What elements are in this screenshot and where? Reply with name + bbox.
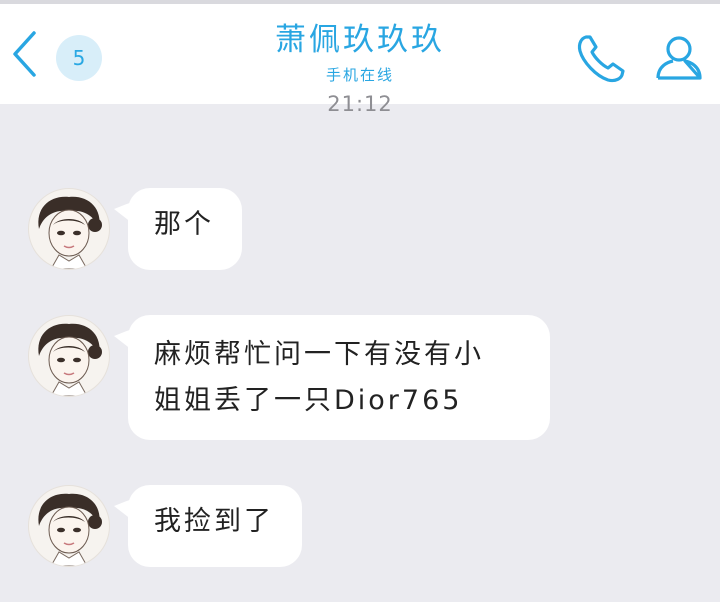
unread-badge[interactable]: 5 — [56, 35, 102, 81]
profile-icon — [656, 36, 702, 80]
message-text-line: 姐姐丢了一只Dior765 — [154, 385, 463, 416]
header-title-area: 萧佩玖玖玖 手机在线 — [200, 18, 520, 85]
message-text: 那个 — [154, 209, 214, 240]
phone-icon — [577, 35, 625, 83]
avatar[interactable] — [28, 315, 110, 397]
profile-button[interactable] — [652, 32, 706, 86]
chat-header: 5 萧佩玖玖玖 手机在线 — [0, 4, 720, 104]
avatar-portrait-icon — [38, 493, 102, 566]
message-bubble[interactable]: 麻烦帮忙问一下有没有小 姐姐丢了一只Dior765 — [114, 315, 550, 440]
message-bubble[interactable]: 那个 — [114, 188, 242, 270]
online-status: 手机在线 — [325, 66, 394, 84]
back-chevron-icon — [13, 31, 36, 77]
message-text: 我捡到了 — [154, 506, 274, 537]
contact-name: 萧佩玖玖玖 — [275, 22, 445, 58]
back-button[interactable] — [8, 28, 44, 80]
message-text-line: 麻烦帮忙问一下有没有小 — [154, 339, 484, 370]
call-button[interactable] — [574, 32, 628, 86]
avatar[interactable] — [28, 188, 110, 270]
avatar-portrait-icon — [38, 323, 102, 396]
message-bubble[interactable]: 我捡到了 — [114, 485, 302, 567]
message-timestamp: 21:12 — [327, 92, 393, 116]
avatar[interactable] — [28, 485, 110, 567]
avatar-portrait-icon — [38, 196, 102, 269]
